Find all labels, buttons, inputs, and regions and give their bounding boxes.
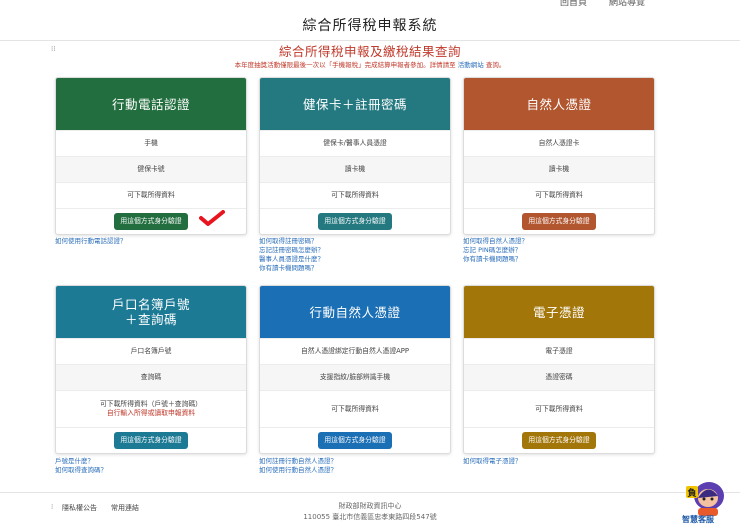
footer-info: 財政部財政資訊中心 110055 臺北市信義區忠孝東路四段547號 bbox=[0, 501, 740, 523]
card-citizen-certificate: 自然人憑證 自然人憑證卡 讀卡機 可下載所得資料 用這個方式身分驗證 bbox=[463, 77, 655, 235]
card-title: 自然人憑證 bbox=[464, 78, 654, 130]
help-link[interactable]: 如何註冊行動自然人憑證？ bbox=[259, 457, 337, 466]
card-title: 健保卡＋註冊密碼 bbox=[260, 78, 450, 130]
red-check-icon bbox=[199, 210, 225, 226]
help-link[interactable]: 醫事人員憑證是什麼？ bbox=[259, 255, 324, 264]
notice-suffix: 查詢。 bbox=[485, 61, 506, 69]
help-link[interactable]: 你有讀卡機問題嗎？ bbox=[259, 264, 324, 273]
requirement-row: 健保卡號 bbox=[56, 156, 246, 182]
requirement-row: 可下載所得資料 bbox=[260, 182, 450, 208]
help-link[interactable]: 如何取得自然人憑證？ bbox=[463, 237, 528, 246]
requirement-row: 支援指紋/臉部辨識手機 bbox=[260, 364, 450, 390]
footer-org: 財政部財政資訊中心 bbox=[338, 502, 402, 510]
requirement-row: 健保卡/醫事人員憑證 bbox=[260, 130, 450, 156]
card-links: 如何取得電子憑證？ bbox=[463, 457, 522, 466]
help-link[interactable]: 如何使用行動自然人憑證？ bbox=[259, 466, 337, 475]
card-title-line: 戶口名簿戶號 bbox=[111, 297, 190, 312]
requirement-text: 可下載所得資料（戶號＋查詢碼） bbox=[100, 400, 202, 408]
footer-divider bbox=[0, 492, 740, 493]
top-nav: 回首頁 網站導覽 bbox=[560, 0, 645, 8]
card-title: 行動自然人憑證 bbox=[260, 286, 450, 338]
requirement-row: 可下載所得資料 bbox=[56, 182, 246, 208]
card-mobile-citizen-certificate: 行動自然人憑證 自然人憑證綁定行動自然人憑證APP 支援指紋/臉部辨識手機 可下… bbox=[259, 285, 451, 454]
card-links: 如何取得註冊密碼？ 忘記註冊密碼怎麼辦？ 醫事人員憑證是什麼？ 你有讀卡機問題嗎… bbox=[259, 237, 324, 273]
requirement-row: 讀卡機 bbox=[464, 156, 654, 182]
page-subtitle: 綜合所得稅申報及繳稅結果查詢 bbox=[278, 44, 461, 59]
requirement-row: 查詢碼 bbox=[56, 364, 246, 390]
activity-site-link[interactable]: 活動網站 bbox=[458, 61, 484, 69]
verify-button[interactable]: 用這個方式身分驗證 bbox=[522, 213, 596, 230]
requirement-row: 戶口名簿戶號 bbox=[56, 338, 246, 364]
card-household-register: 戶口名簿戶號 ＋查詢碼 戶口名簿戶號 查詢碼 可下載所得資料（戶號＋查詢碼） 自… bbox=[55, 285, 247, 454]
verify-button[interactable]: 用這個方式身分驗證 bbox=[114, 432, 188, 449]
home-link[interactable]: 回首頁 bbox=[560, 0, 587, 8]
verify-button[interactable]: 用這個方式身分驗證 bbox=[522, 432, 596, 449]
requirement-row: 讀卡機 bbox=[260, 156, 450, 182]
card-title: 行動電話認證 bbox=[56, 78, 246, 130]
help-link[interactable]: 忘記 PIN碼怎麼辦？ bbox=[463, 246, 528, 255]
card-electronic-certificate: 電子憑證 電子憑證 憑證密碼 可下載所得資料 用這個方式身分驗證 bbox=[463, 285, 655, 454]
sitemap-link[interactable]: 網站導覽 bbox=[609, 0, 645, 8]
help-link[interactable]: 忘記註冊密碼怎麼辦？ bbox=[259, 246, 324, 255]
requirement-row: 可下載所得資料 bbox=[464, 182, 654, 208]
help-link[interactable]: 如何取得電子憑證？ bbox=[463, 457, 522, 466]
requirement-row: 可下載所得資料（戶號＋查詢碼） 自行輸入所得或讀取申報資料 bbox=[56, 390, 246, 427]
requirement-row: 自然人憑證卡 bbox=[464, 130, 654, 156]
card-links: 戶號是什麼？ 如何取得查詢碼？ bbox=[55, 457, 107, 475]
card-title-line: ＋查詢碼 bbox=[124, 312, 177, 327]
verify-button[interactable]: 用這個方式身分驗證 bbox=[114, 213, 188, 230]
requirement-row: 可下載所得資料 bbox=[260, 390, 450, 427]
card-links: 如何取得自然人憑證？ 忘記 PIN碼怎麼辦？ 你有讀卡機問題嗎？ bbox=[463, 237, 528, 264]
footer-address: 110055 臺北市信義區忠孝東路四段547號 bbox=[303, 513, 437, 521]
help-link[interactable]: 你有讀卡機問題嗎？ bbox=[463, 255, 528, 264]
card-nhi-card: 健保卡＋註冊密碼 健保卡/醫事人員憑證 讀卡機 可下載所得資料 用這個方式身分驗… bbox=[259, 77, 451, 235]
card-title: 戶口名簿戶號 ＋查詢碼 bbox=[56, 286, 246, 338]
card-links: 如何使用行動電話認證？ bbox=[55, 237, 127, 246]
chatbot-label[interactable]: 智慧客服 bbox=[682, 514, 714, 525]
help-link[interactable]: 如何取得查詢碼？ bbox=[55, 466, 107, 475]
lottery-notice: 本年度抽獎活動僅限最後一次以「手機報稅」完成結算申報者參加。詳情請至 活動網站 … bbox=[0, 59, 740, 69]
svg-text:負: 負 bbox=[687, 487, 696, 499]
notice-text: 本年度抽獎活動僅限最後一次以「手機報稅」完成結算申報者參加。詳情請至 bbox=[234, 61, 456, 69]
verify-button[interactable]: 用這個方式身分驗證 bbox=[318, 213, 392, 230]
verify-button[interactable]: 用這個方式身分驗證 bbox=[318, 432, 392, 449]
card-title: 電子憑證 bbox=[464, 286, 654, 338]
help-link[interactable]: 如何取得註冊密碼？ bbox=[259, 237, 324, 246]
requirement-row: 憑證密碼 bbox=[464, 364, 654, 390]
help-link[interactable]: 如何使用行動電話認證？ bbox=[55, 237, 127, 246]
card-links: 如何註冊行動自然人憑證？ 如何使用行動自然人憑證？ bbox=[259, 457, 337, 475]
requirement-row: 可下載所得資料 bbox=[464, 390, 654, 427]
requirement-row: 電子憑證 bbox=[464, 338, 654, 364]
help-link[interactable]: 戶號是什麼？ bbox=[55, 457, 107, 466]
site-title: 綜合所得稅申報系統 bbox=[302, 18, 438, 34]
requirement-row: 手機 bbox=[56, 130, 246, 156]
requirement-row: 自然人憑證綁定行動自然人憑證APP bbox=[260, 338, 450, 364]
requirement-note: 自行輸入所得或讀取申報資料 bbox=[106, 409, 196, 417]
